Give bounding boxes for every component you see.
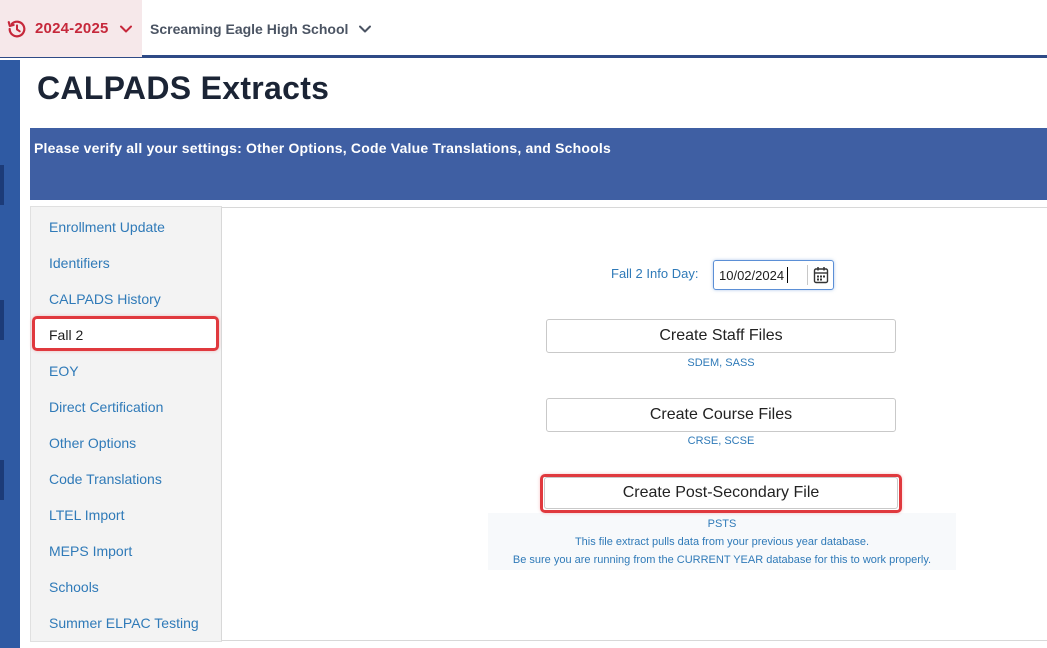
settings-banner: Please verify all your settings: Other O…	[30, 128, 1047, 200]
banner-text: Please verify all your settings: Other O…	[34, 140, 611, 156]
school-label: Screaming Eagle High School	[150, 20, 349, 37]
extract-sidenav	[30, 206, 222, 642]
sidenav-item-other-options[interactable]: Other Options	[49, 435, 136, 451]
rail-tab[interactable]	[0, 300, 4, 340]
post-secondary-note-1: This file extract pulls data from your p…	[574, 536, 870, 548]
sidenav-item-eoy[interactable]: EOY	[49, 363, 79, 379]
course-files-subtitle: CRSE, SCSE	[687, 435, 755, 447]
school-selector[interactable]: Screaming Eagle High School	[150, 0, 372, 57]
sidenav-item-ltel-import[interactable]: LTEL Import	[49, 507, 124, 523]
post-secondary-highlight	[540, 474, 902, 513]
history-icon	[7, 20, 26, 37]
rail-gap	[20, 60, 30, 648]
rail-tab[interactable]	[0, 165, 4, 205]
sidenav-item-enrollment-update[interactable]: Enrollment Update	[49, 219, 165, 235]
create-staff-files-button[interactable]: Create Staff Files	[546, 319, 896, 353]
top-bar: 2024-2025 Screaming Eagle High School	[0, 0, 1047, 58]
chevron-down-icon	[119, 25, 132, 32]
info-day-label: Fall 2 Info Day:	[611, 266, 699, 281]
post-secondary-note-2: Be sure you are running from the CURRENT…	[512, 554, 932, 566]
page-title: CALPADS Extracts	[37, 70, 330, 106]
sidenav-item-code-translations[interactable]: Code Translations	[49, 471, 162, 487]
staff-files-subtitle: SDEM, SASS	[687, 357, 755, 369]
text-caret	[787, 267, 788, 283]
create-course-files-button[interactable]: Create Course Files	[546, 398, 896, 432]
info-day-value[interactable]: 10/02/2024	[719, 268, 784, 283]
sidenav-item-summer-elpac-testing[interactable]: Summer ELPAC Testing	[49, 615, 199, 631]
rail-tab[interactable]	[0, 460, 4, 500]
year-label: 2024-2025	[35, 20, 109, 37]
sidenav-item-meps-import[interactable]: MEPS Import	[49, 543, 132, 559]
sidenav-item-identifiers[interactable]: Identifiers	[49, 255, 110, 271]
sidenav-item-direct-certification[interactable]: Direct Certification	[49, 399, 163, 415]
sidenav-item-schools[interactable]: Schools	[49, 579, 99, 595]
chevron-down-icon	[359, 25, 372, 32]
post-secondary-notes: PSTS This file extract pulls data from y…	[490, 515, 954, 569]
calendar-icon[interactable]	[813, 266, 829, 284]
post-secondary-subtitle: PSTS	[707, 518, 737, 530]
left-rail	[0, 60, 20, 648]
sidenav-item-fall-2[interactable]: Fall 2	[49, 327, 83, 343]
divider	[807, 265, 808, 285]
info-day-date-input[interactable]: 10/02/2024	[713, 260, 834, 290]
sidenav-item-calpads-history[interactable]: CALPADS History	[49, 291, 161, 307]
year-selector[interactable]: 2024-2025	[0, 0, 142, 57]
